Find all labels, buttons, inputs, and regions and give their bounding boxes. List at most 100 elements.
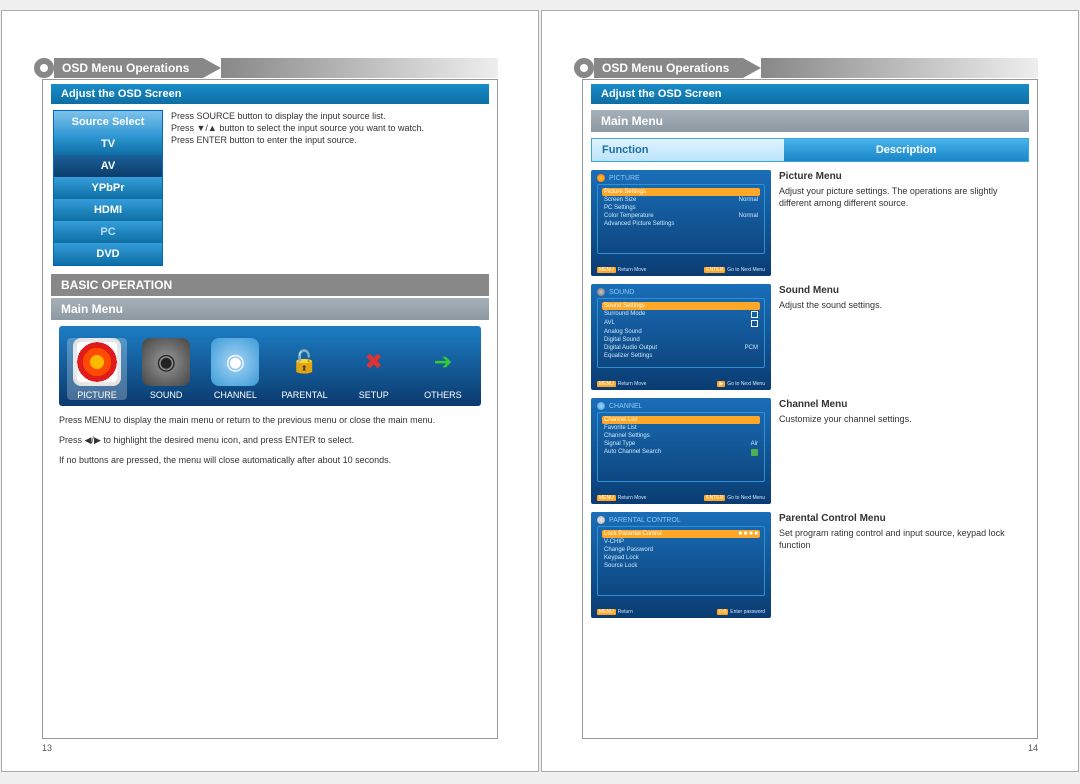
th-row: Lock Parental Control■ ■ ■ ■ — [602, 530, 760, 538]
desc-t: Channel Menu — [779, 398, 1029, 411]
instr-line3: Press ENTER button to enter the input so… — [171, 135, 357, 145]
thumb-parental-title: PARENTAL CONTROL — [597, 516, 765, 524]
btn-menu-icon: MENU — [597, 381, 616, 387]
menu-channel: ◉CHANNEL — [205, 338, 265, 400]
thumb-channel: CHANNEL Channel List Favorite List Chann… — [591, 398, 771, 504]
thumb-sound-list: Sound Settings Surround Mode AVL Analog … — [597, 298, 765, 368]
desc-t: Parental Control Menu — [779, 512, 1029, 525]
function-col-head: Function — [592, 139, 784, 161]
th-lbl: Advanced Picture Settings — [604, 221, 674, 227]
desc-b: Customize your channel settings. — [779, 414, 1029, 426]
th-row: Source Lock — [602, 562, 760, 570]
page-left: OSD Menu Operations Adjust the OSD Scree… — [1, 10, 539, 772]
mainmenu-heading: Main Menu — [51, 298, 489, 320]
th-row: Sound Settings — [602, 302, 760, 310]
para-menu1: Press MENU to display the main menu or r… — [59, 414, 481, 426]
fd-row-sound: SOUND Sound Settings Surround Mode AVL A… — [591, 284, 1029, 390]
menu-label-setup: SETUP — [344, 390, 404, 400]
picture-thumb-icon — [597, 174, 605, 182]
thumb-parental-title-text: PARENTAL CONTROL — [609, 517, 681, 524]
foot-return: Return — [618, 609, 633, 615]
tab-circle-icon — [34, 58, 54, 78]
th-lbl: Source Lock — [604, 563, 637, 569]
th-row: Surround Mode — [602, 310, 760, 319]
th-row: Keypad Lock — [602, 554, 760, 562]
flower-icon — [77, 342, 117, 382]
menu-setup: ✖SETUP — [344, 338, 404, 400]
para-menu2: Press to highlight the desired menu icon… — [59, 434, 481, 446]
foot-next: Go to Next Menu — [727, 495, 765, 501]
th-lbl: Color Temperature — [604, 213, 654, 219]
th-lbl: Sound Settings — [604, 303, 645, 309]
tab-fade — [221, 58, 498, 78]
desc-b: Set program rating control and input sou… — [779, 528, 1029, 551]
desc-t: Picture Menu — [779, 170, 1029, 183]
th-row: Picture Settings — [602, 188, 760, 196]
th-row: Channel Settings — [602, 432, 760, 440]
th-lbl: Keypad Lock — [604, 555, 639, 561]
source-item-ypbpr: YPbPr — [54, 177, 162, 199]
checkbox-icon — [751, 311, 758, 318]
menu-sound: ◉SOUND — [136, 338, 196, 400]
section-tab: OSD Menu Operations — [42, 57, 498, 79]
menu-label-parental: PARENTAL — [275, 390, 335, 400]
th-row: Advanced Picture Settings — [602, 220, 760, 228]
btn-enter-icon: ▶ — [717, 381, 725, 387]
thumb-picture: PICTURE Picture Settings Screen SizeNorm… — [591, 170, 771, 276]
arrow-icon: ➔ — [419, 338, 467, 386]
thumb-picture-list: Picture Settings Screen SizeNormal PC Se… — [597, 184, 765, 254]
page-number-left: 13 — [42, 743, 52, 753]
section-title-r: OSD Menu Operations — [594, 58, 743, 78]
tab-tail-icon — [203, 58, 221, 78]
para2a: Press — [59, 435, 85, 445]
th-val: ■ ■ ■ ■ — [739, 531, 759, 537]
page-right: OSD Menu Operations Adjust the OSD Scree… — [541, 10, 1079, 772]
globe-icon: ◉ — [211, 338, 259, 386]
desc-picture: Picture Menu Adjust your picture setting… — [779, 170, 1029, 276]
tab-fade-r — [761, 58, 1038, 78]
sub-heading: Adjust the OSD Screen — [51, 84, 489, 104]
fd-row-picture: PICTURE Picture Settings Screen SizeNorm… — [591, 170, 1029, 276]
desc-channel: Channel Menu Customize your channel sett… — [779, 398, 1029, 504]
th-row: Digital Audio OutputPCM — [602, 344, 760, 352]
page-content-r: Adjust the OSD Screen Main Menu Function… — [582, 79, 1038, 739]
instr-line2b: button to select the input source you wa… — [217, 123, 424, 133]
th-lbl: Change Password — [604, 547, 653, 553]
btn-enter-icon: ENTER — [704, 495, 725, 501]
sound-thumb-icon — [597, 288, 605, 296]
basic-operation-heading: BASIC OPERATION — [51, 274, 489, 296]
th-row: Screen SizeNormal — [602, 196, 760, 204]
thumb-sound-title-text: SOUND — [609, 289, 634, 296]
foot-move: Move — [634, 495, 646, 501]
desc-b: Adjust your picture settings. The operat… — [779, 186, 1029, 209]
menu-others: ➔OTHERS — [413, 338, 473, 400]
desc-parental: Parental Control Menu Set program rating… — [779, 512, 1029, 618]
mainmenu-heading-r: Main Menu — [591, 110, 1029, 132]
instr-line1: Press SOURCE button to display the input… — [171, 111, 386, 121]
function-description-header: Function Description — [591, 138, 1029, 162]
arrow-updown-icon — [197, 123, 217, 133]
source-select-head: Source Select — [54, 111, 162, 133]
fd-row-parental: PARENTAL CONTROL Lock Parental Control■ … — [591, 512, 1029, 618]
desc-t: Sound Menu — [779, 284, 1029, 297]
th-row: Channel List — [602, 416, 760, 424]
channel-thumb-icon — [597, 402, 605, 410]
lock-icon: 🔓 — [281, 338, 329, 386]
th-lbl: Surround Mode — [604, 311, 645, 318]
source-select-list: Source Select TV AV YPbPr HDMI PC DVD — [53, 110, 163, 266]
description-col-head: Description — [784, 139, 1028, 161]
menu-label-sound: SOUND — [136, 390, 196, 400]
th-lbl: Channel Settings — [604, 433, 650, 439]
th-val: PCM — [745, 345, 758, 351]
foot-next: Go to Next Menu — [727, 267, 765, 273]
source-item-dvd: DVD — [54, 243, 162, 265]
para2b: to highlight the desired menu icon, and … — [101, 435, 354, 445]
thumb-foot: MENUReturn MoveENTERGo to Next Menu — [597, 267, 765, 273]
thumb-parental: PARENTAL CONTROL Lock Parental Control■ … — [591, 512, 771, 618]
th-lbl: Screen Size — [604, 197, 636, 203]
th-row: AVL — [602, 319, 760, 328]
th-lbl: Digital Sound — [604, 337, 640, 343]
th-row: Signal TypeAir — [602, 440, 760, 448]
mainmenu-strip: PICTURE ◉SOUND ◉CHANNEL 🔓PARENTAL ✖SETUP… — [59, 326, 481, 406]
page-content: Adjust the OSD Screen Source Select TV A… — [42, 79, 498, 739]
